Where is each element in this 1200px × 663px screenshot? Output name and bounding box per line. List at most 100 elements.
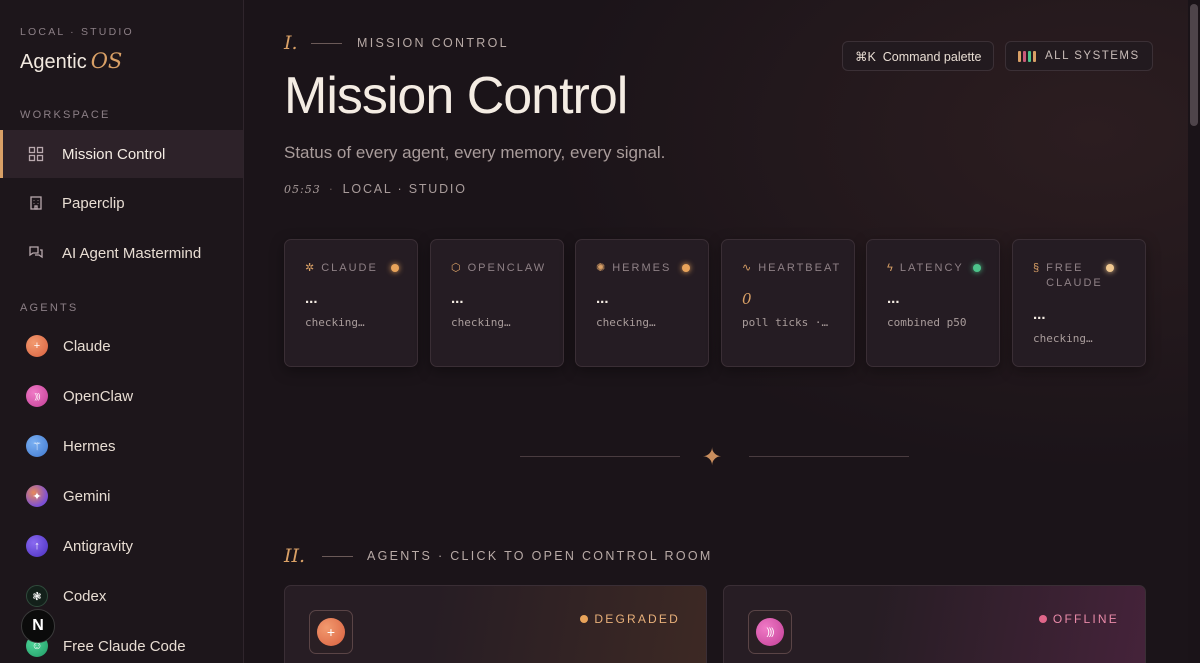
status-dot — [973, 264, 981, 272]
all-systems-button[interactable]: ALL SYSTEMS — [1005, 41, 1153, 71]
sidebar-item-label: Paperclip — [62, 194, 125, 212]
sidebar-item-ai-agent-mastermind[interactable]: AI Agent Mastermind — [0, 229, 243, 277]
page-meta: 05:53 · LOCAL · STUDIO — [284, 182, 467, 196]
agent-card-openclaw[interactable]: ))) OFFLINE — [723, 585, 1146, 663]
sidebar-item-mission-control[interactable]: Mission Control — [0, 130, 243, 178]
sidebar-item-label: Gemini — [63, 487, 111, 505]
status-card-label: LATENCY — [899, 262, 964, 274]
status-dot — [1038, 615, 1047, 623]
main-content: I. MISSION CONTROL ⌘K Command palette AL… — [244, 0, 1188, 663]
antigravity-arrow-icon: ↑ — [26, 535, 48, 557]
section-numeral: II. — [284, 545, 306, 567]
status-card-label: CLAUDE — [321, 262, 378, 274]
status-dot — [580, 615, 589, 623]
status-card-value: ... — [596, 290, 609, 307]
bolt-icon: ϟ — [887, 262, 895, 274]
status-card-label: OPENCLAW — [467, 262, 547, 274]
divider-star-icon: ✦ — [702, 444, 723, 471]
status-card-value: ... — [451, 290, 464, 307]
building-icon — [26, 193, 46, 213]
all-systems-label: ALL SYSTEMS — [1045, 50, 1140, 62]
status-card-detail: checking… — [451, 316, 511, 329]
command-palette-label: ⌘K Command palette — [855, 49, 982, 64]
status-card-value: 0 — [742, 290, 752, 308]
command-palette-button[interactable]: ⌘K Command palette — [842, 41, 995, 71]
page-subtitle: Status of every agent, every memory, eve… — [284, 143, 666, 162]
scrollbar[interactable] — [1188, 0, 1200, 663]
sidebar-item-label: OpenClaw — [63, 387, 134, 405]
agent-card-claude[interactable]: + DEGRADED — [284, 585, 707, 663]
link-icon: § — [1033, 262, 1042, 274]
agents-section-label: AGENTS — [20, 302, 79, 314]
status-badge: DEGRADED — [580, 612, 680, 626]
gemini-star-icon: ✦ — [26, 485, 48, 507]
sidebar-item-label: Claude — [63, 337, 111, 355]
brand-name: Agentic — [20, 51, 87, 73]
status-card-label: HEARTBEAT — [758, 262, 842, 274]
brand-kicker: LOCAL · STUDIO — [20, 26, 134, 38]
status-card-label: HERMES — [612, 262, 672, 274]
status-card-openclaw[interactable]: ⬡ OPENCLAW ... checking… — [430, 239, 564, 367]
status-card-latency[interactable]: ϟ LATENCY ... combined p50 — [866, 239, 1000, 367]
status-card-heartbeat[interactable]: ∿ HEARTBEAT 0 poll ticks ·… — [721, 239, 855, 367]
page-title: Mission Control — [284, 67, 628, 125]
status-card-detail: combined p50 — [887, 316, 967, 329]
divider-line-left — [520, 456, 680, 457]
sidebar-item-hermes[interactable]: ⚚ Hermes — [0, 422, 243, 470]
sidebar-item-label: AI Agent Mastermind — [62, 244, 202, 262]
status-card-detail: checking… — [305, 316, 365, 329]
sidebar-item-antigravity[interactable]: ↑ Antigravity — [0, 522, 243, 570]
section-kicker: MISSION CONTROL — [357, 36, 509, 50]
status-dot — [682, 264, 690, 272]
sparkle-icon: ✲ — [305, 262, 317, 274]
status-badge: OFFLINE — [1038, 612, 1119, 626]
status-card-label: FREE CLAUDE — [1046, 262, 1103, 289]
status-card-free-claude[interactable]: § FREE CLAUDE ... checking… — [1012, 239, 1146, 367]
dev-tools-badge[interactable]: N — [21, 609, 55, 643]
sidebar-item-claude[interactable]: + Claude — [0, 322, 243, 370]
section-rule — [322, 556, 353, 557]
location-label: LOCAL · STUDIO — [342, 182, 467, 196]
codex-knot-icon: ❃ — [26, 585, 48, 607]
status-card-hermes[interactable]: ✺ HERMES ... checking… — [575, 239, 709, 367]
status-card-detail: poll ticks ·… — [742, 316, 829, 329]
avatar: ))) — [748, 610, 792, 654]
status-dot — [1106, 264, 1115, 272]
status-card-value: ... — [887, 290, 900, 307]
pulse-icon: ∿ — [742, 262, 754, 274]
sidebar: LOCAL · STUDIO Agentic OS WORKSPACE Missi… — [0, 0, 244, 663]
sidebar-item-label: Antigravity — [63, 537, 134, 555]
cube-icon: ⬡ — [451, 262, 463, 274]
sidebar-item-label: Hermes — [63, 437, 116, 455]
section-rule — [311, 43, 342, 44]
status-label: DEGRADED — [594, 612, 680, 626]
chat-icon — [26, 243, 46, 263]
avatar: + — [309, 610, 353, 654]
divider-line-right — [749, 456, 909, 457]
sidebar-item-openclaw[interactable]: ))) OpenClaw — [0, 372, 243, 420]
claude-sparkle-icon: + — [317, 618, 345, 646]
claude-sparkle-icon: + — [26, 335, 48, 357]
section-numeral: I. — [284, 32, 298, 54]
systems-bars-icon — [1018, 50, 1036, 62]
sidebar-item-paperclip[interactable]: Paperclip — [0, 179, 243, 227]
status-dot — [391, 264, 399, 272]
workspace-section-label: WORKSPACE — [20, 109, 111, 121]
brand-accent: OS — [90, 49, 123, 73]
grid-icon — [26, 144, 46, 164]
sidebar-item-gemini[interactable]: ✦ Gemini — [0, 472, 243, 520]
status-card-claude[interactable]: ✲ CLAUDE ... checking… — [284, 239, 418, 367]
status-label: OFFLINE — [1052, 612, 1119, 626]
app-logo[interactable]: Agentic OS — [20, 49, 122, 74]
openclaw-waves-icon: ))) — [756, 618, 784, 646]
status-card-detail: checking… — [596, 316, 656, 329]
scrollbar-thumb[interactable] — [1190, 4, 1198, 126]
status-card-value: ... — [305, 290, 318, 307]
status-card-value: ... — [1033, 306, 1046, 323]
status-card-detail: checking… — [1033, 332, 1093, 345]
sidebar-item-label: Mission Control — [62, 145, 166, 163]
hermes-caduceus-icon: ⚚ — [26, 435, 48, 457]
sidebar-item-label: Codex — [63, 587, 107, 605]
sidebar-item-label: Free Claude Code — [63, 637, 186, 655]
agents-section-kicker: AGENTS · CLICK TO OPEN CONTROL ROOM — [367, 549, 713, 563]
